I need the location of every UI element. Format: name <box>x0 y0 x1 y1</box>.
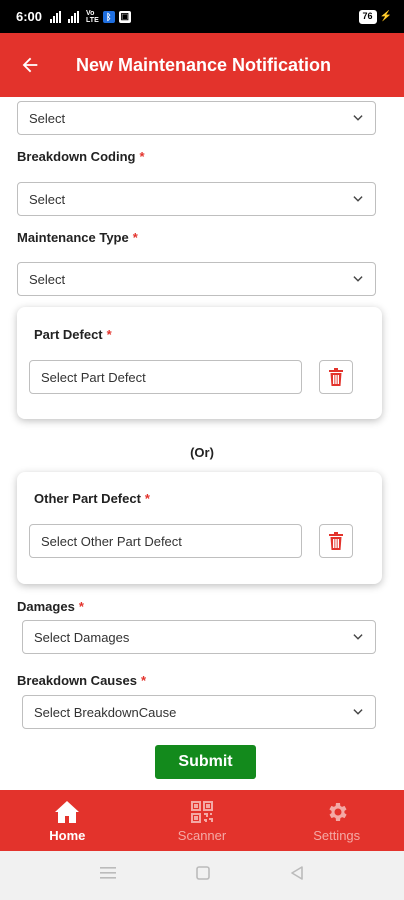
damages-select[interactable]: Select Damages <box>22 620 376 654</box>
other-part-defect-placeholder: Select Other Part Defect <box>41 533 182 549</box>
gear-icon <box>324 799 350 825</box>
nav-settings-label: Settings <box>313 827 361 843</box>
charging-icon: ⚡ <box>379 11 392 22</box>
volte-indicator: Vo LTE <box>86 10 99 24</box>
other-part-defect-label: Other Part Defect * <box>34 491 150 506</box>
signal-icon <box>50 10 64 23</box>
battery-icon: 76 <box>358 9 377 24</box>
nav-settings[interactable]: Settings <box>269 790 404 851</box>
nav-scanner-label: Scanner <box>177 827 227 843</box>
required-marker: * <box>139 149 145 164</box>
other-part-defect-card: Other Part Defect * Select Other Part Def… <box>17 472 382 584</box>
damages-value: Select Damages <box>34 629 130 645</box>
top-select-value: Select <box>29 110 66 126</box>
or-separator: (Or) <box>190 445 214 460</box>
submit-button[interactable]: Submit <box>155 745 256 779</box>
required-marker: * <box>78 599 84 614</box>
system-nav-bar <box>0 851 404 900</box>
page-title: New Maintenance Notification <box>76 54 332 75</box>
form-content: Select Breakdown Coding * Select Maintena… <box>0 97 404 790</box>
delete-other-part-defect-button[interactable] <box>319 524 353 558</box>
nav-scanner[interactable]: Scanner <box>135 790 270 851</box>
chevron-down-icon <box>353 115 363 121</box>
top-select[interactable]: Select <box>17 101 376 135</box>
breakdown-causes-select[interactable]: Select BreakdownCause <box>22 695 376 729</box>
breakdown-coding-label: Breakdown Coding * <box>17 149 145 164</box>
maintenance-type-label-text: Maintenance Type <box>17 230 129 245</box>
status-bar: 6:00 Vo LTE ᛒ ▣ 76 ⚡ <box>0 0 404 33</box>
bluetooth-icon: ᛒ <box>102 10 115 23</box>
app-bar: New Maintenance Notification <box>0 33 404 97</box>
arrow-left-icon <box>22 57 38 73</box>
home-icon <box>54 799 80 825</box>
required-marker: * <box>132 230 138 245</box>
maintenance-type-label: Maintenance Type * <box>17 230 138 245</box>
damages-label: Damages * <box>17 599 84 614</box>
bottom-nav: Home Scanner Settings <box>0 790 404 851</box>
breakdown-coding-value: Select <box>29 191 66 207</box>
breakdown-causes-value: Select BreakdownCause <box>34 704 177 720</box>
required-marker: * <box>106 327 112 342</box>
damages-label-text: Damages <box>17 599 75 614</box>
maintenance-type-value: Select <box>29 271 66 287</box>
nav-home-label: Home <box>49 827 86 843</box>
maintenance-type-select[interactable]: Select <box>17 262 376 296</box>
status-right: 76 ⚡ <box>358 9 392 24</box>
other-part-defect-input[interactable]: Select Other Part Defect <box>29 524 302 558</box>
trash-icon <box>329 368 343 386</box>
menu-icon[interactable] <box>100 866 116 885</box>
part-defect-input[interactable]: Select Part Defect <box>29 360 302 394</box>
part-defect-label-text: Part Defect <box>34 327 103 342</box>
notification-icon: ▣ <box>118 10 131 23</box>
chevron-down-icon <box>353 634 363 640</box>
back-button[interactable] <box>0 33 60 97</box>
breakdown-causes-label: Breakdown Causes * <box>17 673 146 688</box>
home-square-icon[interactable] <box>196 866 210 885</box>
volte-label: Vo <box>86 9 95 17</box>
lte-label: LTE <box>86 16 99 24</box>
delete-part-defect-button[interactable] <box>319 360 353 394</box>
trash-icon <box>329 532 343 550</box>
required-marker: * <box>140 673 146 688</box>
chevron-down-icon <box>353 276 363 282</box>
breakdown-coding-select[interactable]: Select <box>17 182 376 216</box>
qr-code-icon <box>189 799 215 825</box>
nav-home[interactable]: Home <box>0 790 135 851</box>
breakdown-causes-label-text: Breakdown Causes <box>17 673 137 688</box>
status-time: 6:00 <box>16 9 43 24</box>
part-defect-placeholder: Select Part Defect <box>41 369 146 385</box>
chevron-down-icon <box>353 709 363 715</box>
part-defect-card: Part Defect * Select Part Defect <box>17 307 382 419</box>
back-triangle-icon[interactable] <box>290 866 304 885</box>
status-icons: Vo LTE ᛒ ▣ <box>50 10 131 24</box>
part-defect-label: Part Defect * <box>34 327 112 342</box>
breakdown-coding-label-text: Breakdown Coding <box>17 149 136 164</box>
chevron-down-icon <box>353 196 363 202</box>
required-marker: * <box>144 491 150 506</box>
signal-icon-2 <box>68 10 82 23</box>
other-part-defect-label-text: Other Part Defect <box>34 491 141 506</box>
